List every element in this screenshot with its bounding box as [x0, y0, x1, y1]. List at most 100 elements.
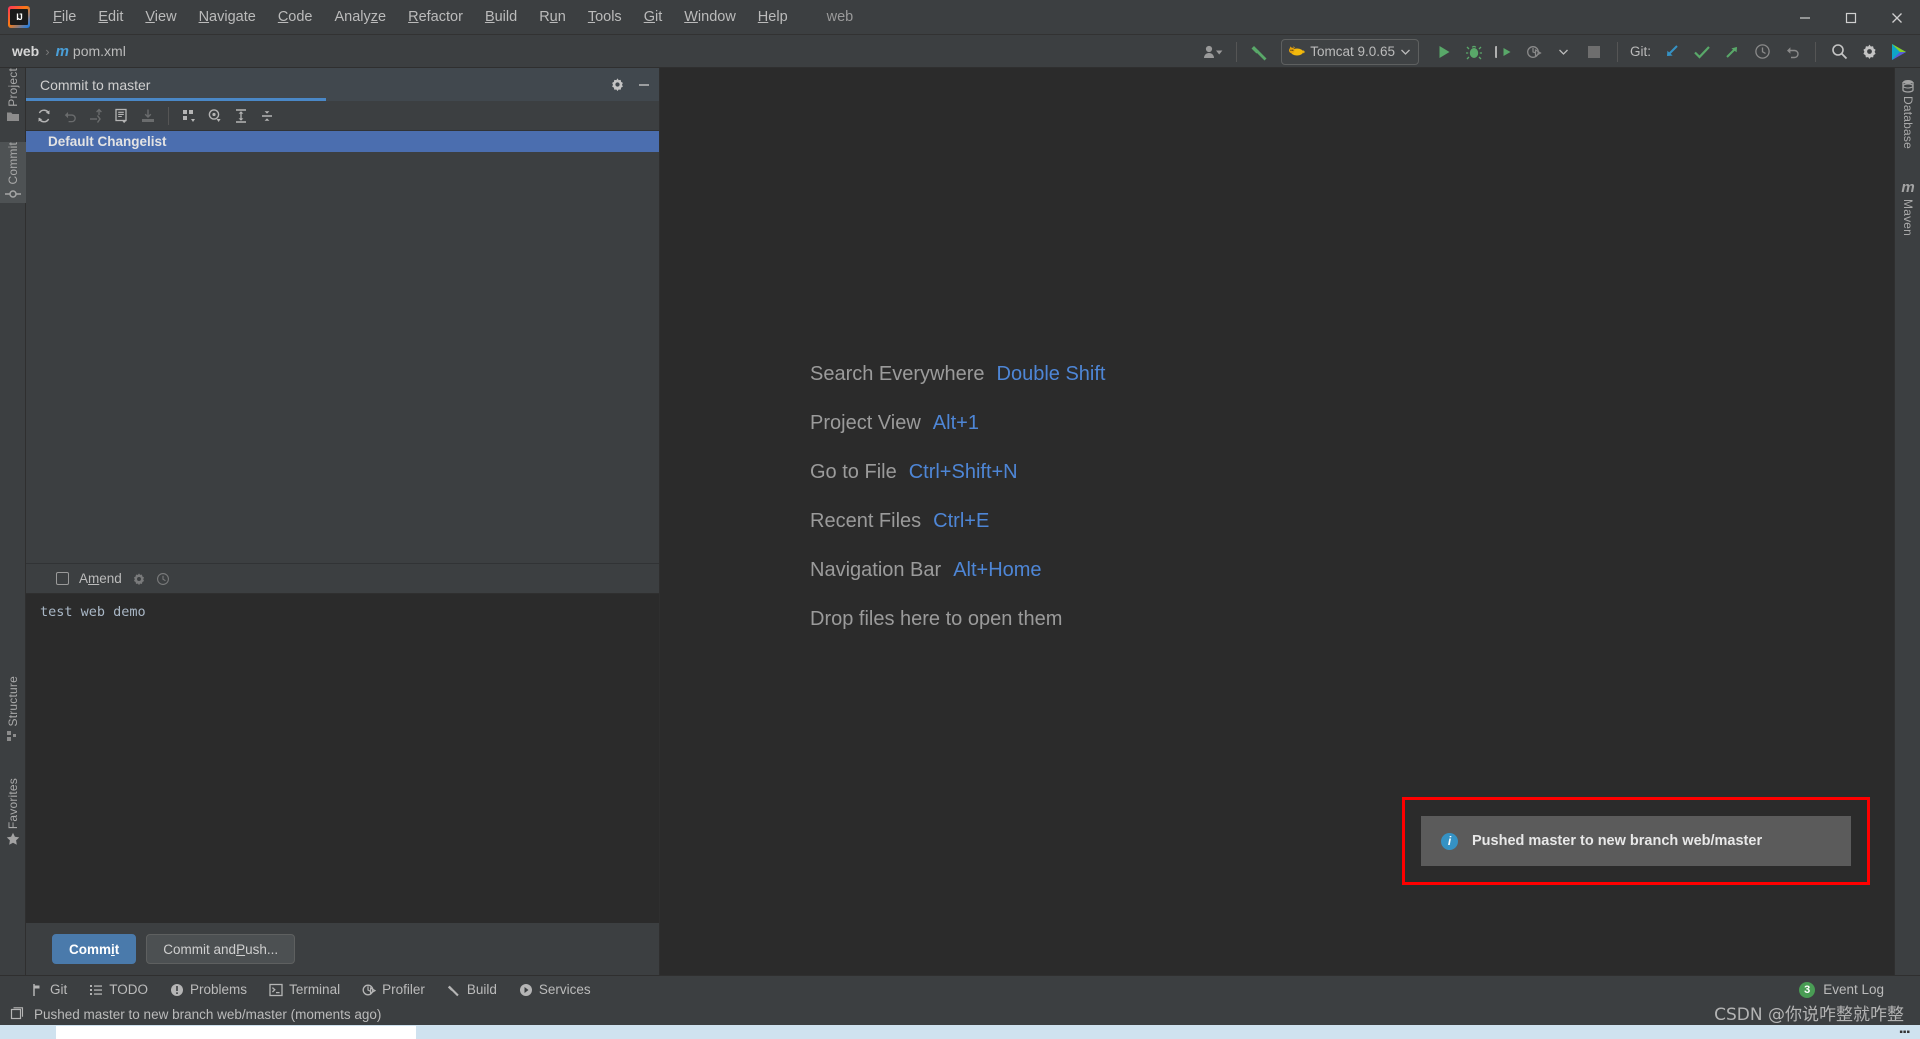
maximize-button[interactable]: [1828, 0, 1874, 35]
breadcrumb-project[interactable]: web: [12, 43, 39, 59]
preview-diff-icon[interactable]: [203, 104, 227, 128]
tab-commit-to-master[interactable]: Commit to master: [26, 68, 326, 101]
sidebar-item-database[interactable]: Database: [1895, 76, 1920, 149]
window-project-title: web: [826, 9, 854, 25]
bottom-tab-todo[interactable]: TODO: [89, 982, 148, 997]
bottom-tab-git[interactable]: Git: [30, 982, 67, 997]
minimize-icon[interactable]: [637, 78, 651, 92]
taskbar-overflow-icon[interactable]: ▪▪▪: [1899, 1027, 1910, 1038]
menu-item-run[interactable]: Run: [528, 5, 577, 29]
commit-message-input[interactable]: test web demo: [26, 593, 659, 923]
editor-tip-keys: Ctrl+E: [933, 510, 990, 532]
notification-balloon[interactable]: i Pushed master to new branch web/master: [1421, 816, 1851, 866]
git-update-icon[interactable]: [1659, 39, 1685, 65]
menu-item-navigate[interactable]: Navigate: [188, 5, 267, 29]
menu-item-analyze[interactable]: Analyze: [324, 5, 398, 29]
debug-icon[interactable]: [1461, 39, 1487, 65]
menu-item-git[interactable]: Git: [633, 5, 674, 29]
menu-item-file[interactable]: File: [42, 5, 87, 29]
folder-icon: [6, 110, 20, 122]
menu-item-tools[interactable]: Tools: [577, 5, 633, 29]
stop-icon[interactable]: [1581, 39, 1607, 65]
expand-all-icon[interactable]: [229, 104, 253, 128]
profile-dropdown-icon[interactable]: [1551, 39, 1577, 65]
ide-assistant-icon[interactable]: [1886, 39, 1912, 65]
editor-empty-area[interactable]: Search Everywhere Double Shift Project Vie…: [660, 68, 1894, 975]
sidebar-item-project[interactable]: Project: [0, 68, 26, 125]
search-icon[interactable]: [1826, 39, 1852, 65]
status-window-icon[interactable]: [10, 1007, 24, 1021]
commit-button[interactable]: Comm i t: [52, 934, 137, 964]
changelist-tree[interactable]: Default Changelist: [26, 131, 659, 563]
sidebar-item-commit[interactable]: Commit: [0, 142, 26, 203]
sidebar-item-favorites-label: Favorites: [6, 778, 20, 830]
group-by-icon[interactable]: [177, 104, 201, 128]
menu-item-help[interactable]: Help: [747, 5, 799, 29]
bottom-tab-profiler[interactable]: Profiler: [362, 982, 425, 997]
sidebar-item-structure[interactable]: Structure: [0, 676, 26, 745]
hammer-build-icon[interactable]: [1247, 39, 1273, 65]
menu-item-edit[interactable]: Edit: [87, 5, 134, 29]
amend-label: Amend: [79, 571, 122, 586]
settings-icon[interactable]: [1856, 39, 1882, 65]
bottom-tab-services[interactable]: Services: [519, 982, 591, 997]
run-icon[interactable]: [1431, 39, 1457, 65]
menu-item-window[interactable]: Window: [673, 5, 747, 29]
menu-item-refactor[interactable]: Refactor: [397, 5, 474, 29]
bottom-tab-build[interactable]: Build: [447, 982, 497, 997]
commit-and-push-button[interactable]: Commit and Push...: [146, 934, 296, 964]
settings-gear-icon[interactable]: [610, 77, 625, 92]
tomcat-cat-icon: [1288, 45, 1305, 59]
git-label: Git:: [1629, 44, 1651, 59]
amend-checkbox[interactable]: [56, 572, 69, 585]
git-commit-icon[interactable]: [1689, 39, 1715, 65]
toolbar-actions: Tomcat 9.0.65 Git:: [1198, 35, 1920, 68]
toolbar-divider-2: [1616, 41, 1618, 62]
status-bar: Pushed master to new branch web/master (…: [0, 1003, 1920, 1025]
editor-tip-name: Project View: [810, 412, 921, 434]
bottom-tab-terminal[interactable]: Terminal: [269, 982, 340, 997]
sidebar-item-favorites[interactable]: Favorites: [0, 778, 26, 849]
commit-message-text: test web demo: [40, 604, 146, 620]
git-branch-icon: [33, 983, 40, 996]
shelve-icon[interactable]: [136, 104, 160, 128]
history-icon[interactable]: [1749, 39, 1775, 65]
menu-item-view[interactable]: View: [134, 5, 187, 29]
show-diff-icon[interactable]: [110, 104, 134, 128]
rollback-icon[interactable]: [58, 104, 82, 128]
bottom-tab-todo-label: TODO: [109, 982, 149, 997]
taskbar-window-preview[interactable]: [56, 1026, 416, 1039]
breadcrumb-file[interactable]: pom.xml: [73, 43, 126, 59]
editor-tip-keys: Double Shift: [996, 363, 1106, 385]
profiler-icon: [362, 984, 377, 995]
intellij-logo-icon: [8, 6, 30, 28]
refresh-icon[interactable]: [32, 104, 56, 128]
editor-tip-keys: Alt+1: [932, 412, 979, 434]
minimize-button[interactable]: [1782, 0, 1828, 35]
breadcrumb[interactable]: web › m pom.xml: [12, 43, 126, 60]
bottom-tab-problems[interactable]: Problems: [170, 982, 247, 997]
profile-icon[interactable]: [1521, 39, 1547, 65]
sidebar-item-maven[interactable]: m Maven: [1895, 176, 1920, 236]
run-with-coverage-icon[interactable]: [1491, 39, 1517, 65]
intellij-idea-window: FileEditViewNavigateCodeAnalyzeRefactorB…: [0, 0, 1920, 1039]
move-to-another-changelist-icon[interactable]: [84, 104, 108, 128]
menu-item-build[interactable]: Build: [474, 5, 528, 29]
git-push-icon[interactable]: [1719, 39, 1745, 65]
notification-message: Pushed master to new branch web/master: [1472, 833, 1763, 849]
list-item-default-changelist[interactable]: Default Changelist: [26, 131, 659, 152]
commit-history-icon[interactable]: [156, 572, 170, 586]
collapse-all-icon[interactable]: [255, 104, 279, 128]
rollback-icon[interactable]: [1779, 39, 1805, 65]
run-configuration-selector[interactable]: Tomcat 9.0.65: [1281, 38, 1419, 65]
hammer-build-icon: [447, 985, 459, 996]
account-icon[interactable]: [1200, 39, 1226, 65]
menu-item-code[interactable]: Code: [267, 5, 324, 29]
changelist-label: Default Changelist: [48, 134, 167, 149]
editor-tip-name: Go to File: [810, 461, 897, 483]
close-button[interactable]: [1874, 0, 1920, 35]
csdn-watermark: CSDN @你说咋整就咋整: [1714, 1005, 1904, 1025]
event-log-area[interactable]: 3 Event Log: [1799, 981, 1884, 998]
commit-options-gear-icon[interactable]: [132, 572, 146, 586]
structure-icon: [6, 730, 20, 742]
